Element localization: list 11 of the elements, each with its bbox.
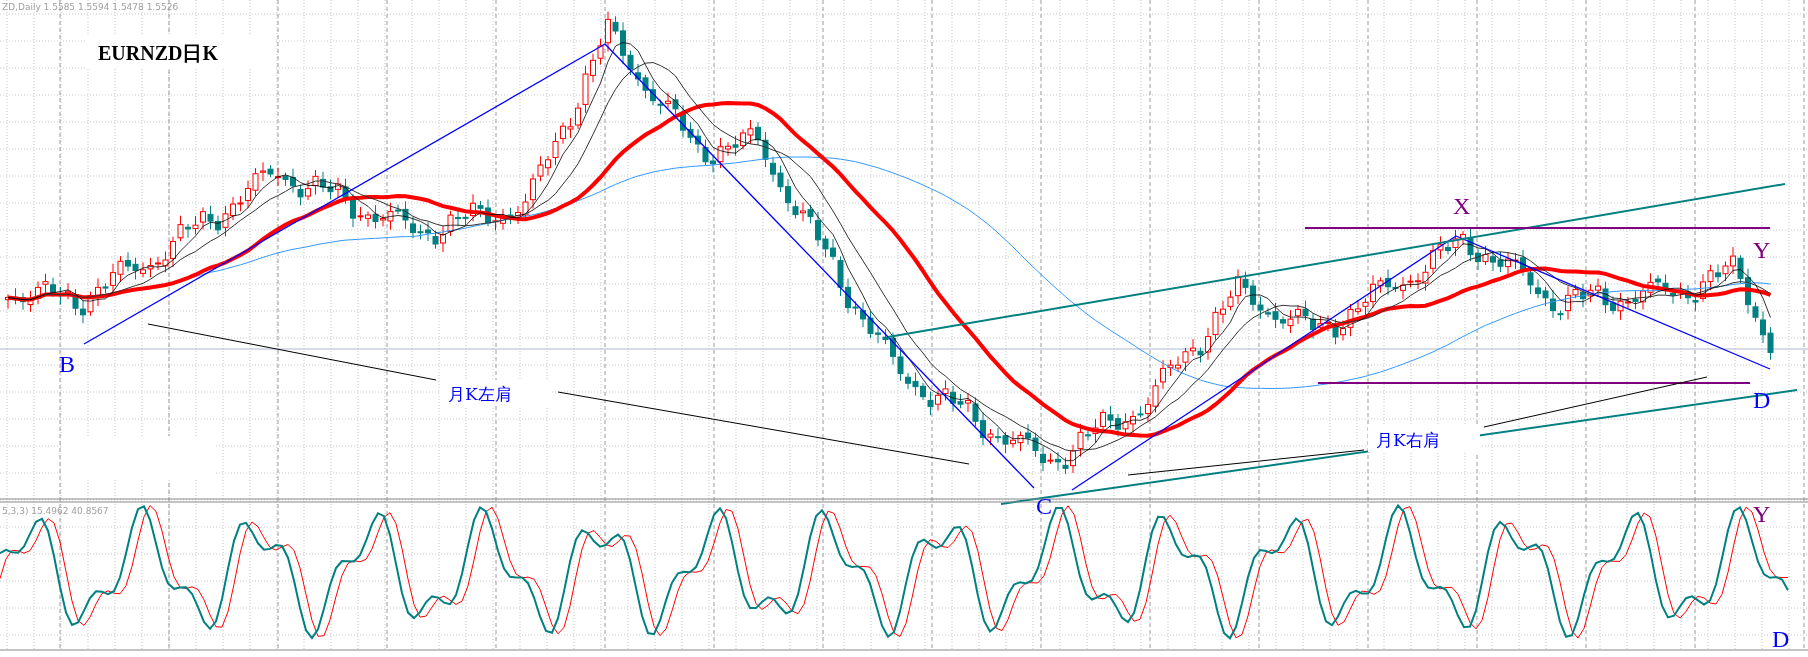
point-label: X: [1453, 193, 1471, 219]
point-label: Y: [1753, 501, 1771, 527]
annotation-label: 月K右肩: [1376, 430, 1440, 450]
chart-info-text: ZD,Daily 1.5585 1.5594 1.5478 1.5526: [2, 2, 179, 12]
point-label: B: [59, 351, 75, 377]
annotation-label: 月K左肩: [448, 384, 512, 404]
point-label: C: [1036, 493, 1052, 519]
point-label: Y: [1753, 237, 1771, 263]
point-label: D: [1772, 626, 1790, 652]
indicator-info-text: 5,3,3) 15.4962 40.8567: [2, 506, 109, 516]
chart-title: EURNZD日K: [98, 42, 218, 64]
